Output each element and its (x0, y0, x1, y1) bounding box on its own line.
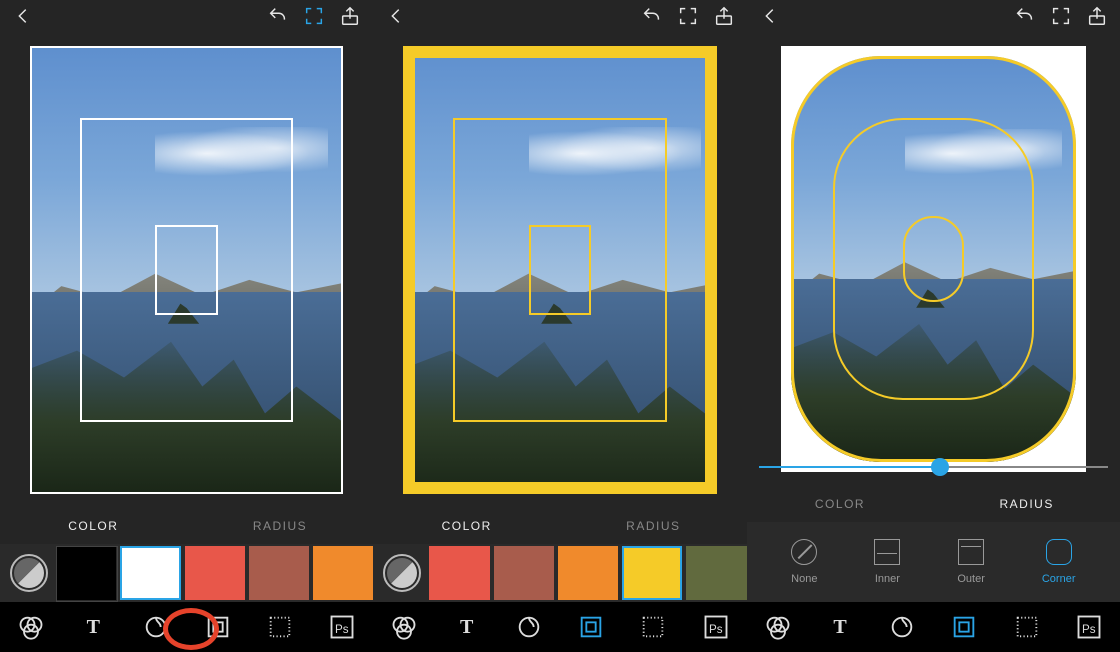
inner-icon (874, 539, 900, 565)
tab-color[interactable]: COLOR (373, 508, 560, 544)
swatch-orange[interactable] (313, 546, 373, 600)
text-tool-icon[interactable]: T (826, 613, 854, 641)
brush-tool-icon[interactable] (142, 613, 170, 641)
swatch-red[interactable] (429, 546, 489, 600)
filters-tool-icon[interactable] (764, 613, 792, 641)
radius-label: Corner (1042, 573, 1076, 585)
back-icon[interactable] (385, 5, 407, 27)
edited-photo (403, 46, 716, 494)
swatch-brown[interactable] (249, 546, 309, 600)
swatch-brown[interactable] (494, 546, 554, 600)
text-tool-icon[interactable]: T (79, 613, 107, 641)
swatch-red[interactable] (185, 546, 245, 600)
tab-radius[interactable]: RADIUS (187, 508, 374, 544)
border-tabs: COLOR RADIUS (0, 508, 373, 544)
edited-photo (30, 46, 343, 494)
radius-option-corner[interactable]: Corner (1042, 539, 1076, 585)
border-tabs: COLOR RADIUS (747, 486, 1120, 522)
tab-color[interactable]: COLOR (747, 486, 934, 522)
none-icon (791, 539, 817, 565)
pattern-tool-icon[interactable] (266, 613, 294, 641)
text-tool-icon[interactable]: T (453, 613, 481, 641)
bottom-toolbar: T Ps (0, 602, 373, 652)
pattern-tool-icon[interactable] (639, 613, 667, 641)
radius-label: Inner (875, 573, 900, 585)
brush-tool-icon[interactable] (515, 613, 543, 641)
custom-color-picker-icon[interactable] (10, 554, 48, 592)
swatch-yellow[interactable] (622, 546, 682, 600)
canvas-area[interactable] (747, 32, 1120, 486)
top-bar (0, 0, 373, 32)
swatch-olive[interactable] (686, 546, 746, 600)
custom-color-picker-icon[interactable] (383, 554, 421, 592)
fullscreen-icon[interactable] (303, 5, 325, 27)
radius-options: None Inner Outer Corner (747, 522, 1120, 602)
radius-option-inner[interactable]: Inner (874, 539, 900, 585)
radius-label: None (791, 573, 817, 585)
top-bar (747, 0, 1120, 32)
radius-label: Outer (957, 573, 985, 585)
color-swatches (0, 544, 373, 602)
tab-radius[interactable]: RADIUS (933, 486, 1120, 522)
edited-photo (781, 46, 1086, 472)
bottom-toolbar: T Ps (373, 602, 746, 652)
svg-text:Ps: Ps (709, 623, 723, 636)
tab-radius[interactable]: RADIUS (560, 508, 747, 544)
svg-text:Ps: Ps (1082, 623, 1096, 636)
border-tabs: COLOR RADIUS (373, 508, 746, 544)
color-swatches (373, 544, 746, 602)
brush-tool-icon[interactable] (888, 613, 916, 641)
share-icon[interactable] (1086, 5, 1108, 27)
filters-tool-icon[interactable] (390, 613, 418, 641)
photoshop-tool-icon[interactable]: Ps (1075, 613, 1103, 641)
border-tool-icon[interactable] (204, 613, 232, 641)
canvas-area[interactable] (0, 32, 373, 508)
screen-2: COLOR RADIUS T Ps (373, 0, 746, 652)
bottom-toolbar: T Ps (747, 602, 1120, 652)
share-icon[interactable] (713, 5, 735, 27)
filters-tool-icon[interactable] (17, 613, 45, 641)
swatch-orange[interactable] (558, 546, 618, 600)
tab-color[interactable]: COLOR (0, 508, 187, 544)
radius-option-outer[interactable]: Outer (957, 539, 985, 585)
screen-3: COLOR RADIUS None Inner Outer Corner T P… (747, 0, 1120, 652)
share-icon[interactable] (339, 5, 361, 27)
fullscreen-icon[interactable] (1050, 5, 1072, 27)
outer-icon (958, 539, 984, 565)
corner-icon (1046, 539, 1072, 565)
border-tool-icon[interactable] (577, 613, 605, 641)
swatch-white[interactable] (120, 546, 180, 600)
swatch-black[interactable] (56, 546, 116, 600)
undo-icon[interactable] (1014, 5, 1036, 27)
pattern-tool-icon[interactable] (1013, 613, 1041, 641)
border-tool-icon[interactable] (950, 613, 978, 641)
back-icon[interactable] (759, 5, 781, 27)
photoshop-tool-icon[interactable]: Ps (328, 613, 356, 641)
top-bar (373, 0, 746, 32)
radius-option-none[interactable]: None (791, 539, 817, 585)
canvas-area[interactable] (373, 32, 746, 508)
radius-slider[interactable] (759, 452, 1108, 482)
back-icon[interactable] (12, 5, 34, 27)
photoshop-tool-icon[interactable]: Ps (702, 613, 730, 641)
undo-icon[interactable] (267, 5, 289, 27)
screen-1: COLOR RADIUS T Ps (0, 0, 373, 652)
svg-text:Ps: Ps (335, 623, 349, 636)
undo-icon[interactable] (641, 5, 663, 27)
fullscreen-icon[interactable] (677, 5, 699, 27)
